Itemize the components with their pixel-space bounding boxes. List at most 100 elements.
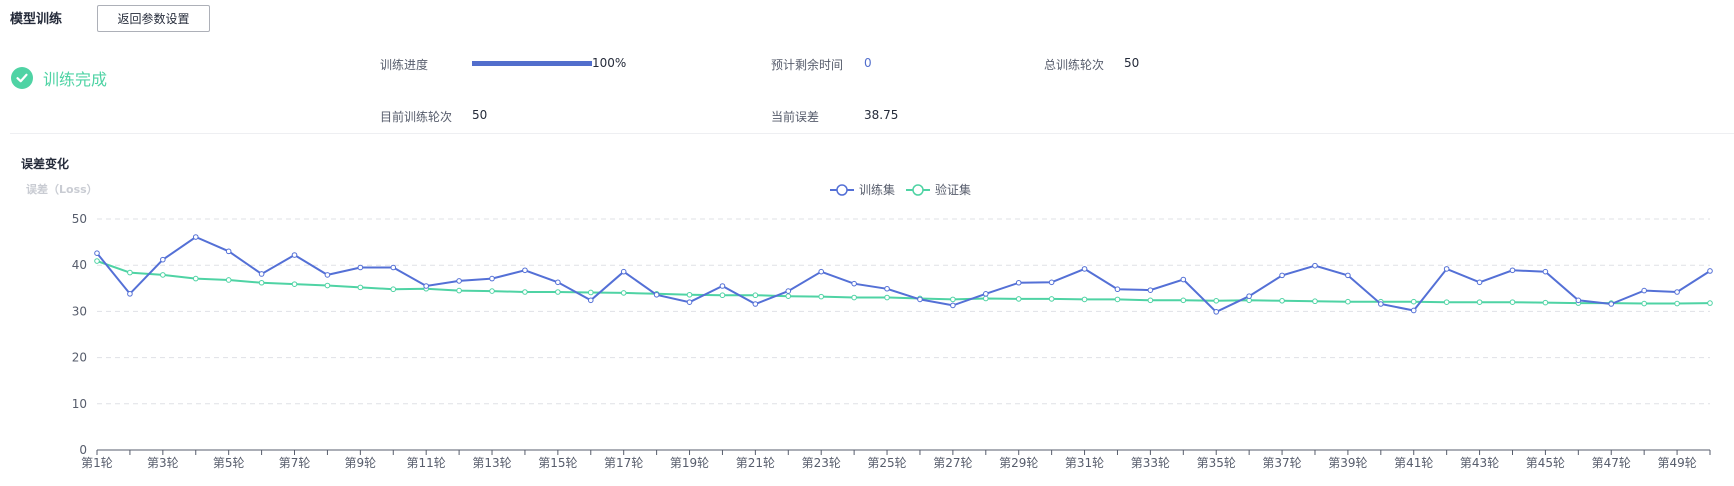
x-tick-label: 第39轮 <box>1328 456 1367 470</box>
data-point <box>1246 293 1252 299</box>
data-point <box>489 288 495 294</box>
data-point <box>324 282 331 289</box>
data-point <box>982 291 989 297</box>
data-point <box>456 287 462 294</box>
data-point <box>1509 299 1516 305</box>
data-point <box>1707 268 1713 274</box>
data-point <box>950 302 956 309</box>
data-point <box>719 283 726 289</box>
y-axis-title: 误差（Loss） <box>26 182 98 196</box>
x-tick-label: 第45轮 <box>1526 456 1565 470</box>
data-point <box>390 286 397 293</box>
data-point <box>1542 268 1549 275</box>
data-point <box>1048 279 1055 286</box>
y-tick-label: 30 <box>72 304 87 318</box>
data-point <box>719 292 726 299</box>
data-point <box>291 281 298 287</box>
series-line <box>96 235 1711 314</box>
data-point <box>357 264 364 271</box>
data-point <box>160 272 166 278</box>
data-point <box>127 269 133 276</box>
x-tick-label: 第15轮 <box>538 456 577 470</box>
data-point <box>1180 297 1187 304</box>
data-point <box>620 268 627 275</box>
data-point <box>1114 286 1121 293</box>
x-tick-label: 第35轮 <box>1197 456 1236 470</box>
data-point <box>324 272 331 278</box>
data-point <box>752 292 759 299</box>
data-point <box>1147 297 1154 304</box>
data-point <box>851 280 857 287</box>
data-point <box>390 264 397 271</box>
legend-marker <box>836 184 848 196</box>
x-tick-label: 第1轮 <box>81 456 113 470</box>
data-point <box>357 284 364 291</box>
data-point <box>1443 266 1450 272</box>
y-tick-label: 0 <box>79 443 87 457</box>
data-point <box>1345 272 1351 279</box>
data-point <box>1345 298 1351 305</box>
legend-label: 训练集 <box>859 182 895 197</box>
data-point <box>653 291 660 298</box>
y-tick-label: 40 <box>72 258 87 272</box>
data-point <box>1410 307 1417 314</box>
data-point <box>587 289 594 296</box>
y-tick-label: 50 <box>72 212 87 226</box>
data-point <box>1015 296 1022 302</box>
data-point <box>1378 301 1384 307</box>
x-tick-label: 第23轮 <box>802 456 841 470</box>
data-point <box>489 275 495 282</box>
data-point <box>1015 279 1022 286</box>
x-tick-label: 第25轮 <box>867 456 906 470</box>
data-point <box>258 271 265 277</box>
x-tick-label: 第11轮 <box>407 456 446 470</box>
data-point <box>686 299 693 305</box>
data-point <box>884 285 890 292</box>
x-tick-label: 第47轮 <box>1592 456 1631 470</box>
data-point <box>1608 301 1615 307</box>
data-point <box>982 295 989 302</box>
data-point <box>1081 266 1088 272</box>
data-point <box>785 293 792 299</box>
data-point <box>1312 262 1318 269</box>
data-point <box>1476 279 1483 286</box>
data-point <box>752 301 759 307</box>
data-point <box>225 248 232 255</box>
data-point <box>620 290 627 296</box>
x-tick-label: 第3轮 <box>147 456 179 470</box>
x-tick-label: 第7轮 <box>279 456 311 470</box>
data-point <box>192 275 199 282</box>
y-tick-label: 20 <box>72 351 87 365</box>
series-line <box>96 260 1711 305</box>
x-tick-label: 第33轮 <box>1131 456 1170 470</box>
data-point <box>225 277 232 283</box>
data-point <box>1147 287 1154 293</box>
data-point <box>1048 296 1055 302</box>
data-point <box>258 279 265 286</box>
y-tick-label: 10 <box>72 397 87 411</box>
data-point <box>1707 300 1713 306</box>
x-tick-label: 第37轮 <box>1262 456 1301 470</box>
data-point <box>1114 296 1121 303</box>
data-point <box>1674 289 1680 295</box>
data-point <box>127 291 133 297</box>
x-tick-label: 第17轮 <box>604 456 643 470</box>
data-point <box>94 250 100 256</box>
data-point <box>950 296 956 303</box>
loss-chart: 误差（Loss） 0 10 20 30 40 50 第1轮 第3轮 第5轮 第7轮 第9轮 第11轮 第1… <box>26 182 1713 470</box>
data-point <box>192 234 199 240</box>
data-point <box>1279 297 1285 304</box>
x-tick-label: 第19轮 <box>670 456 709 470</box>
x-tick-label: 第9轮 <box>345 456 377 470</box>
data-point <box>917 296 923 303</box>
data-point <box>555 289 561 295</box>
x-tick-label: 第5轮 <box>213 456 245 470</box>
data-point <box>1641 287 1647 294</box>
data-point <box>555 279 561 286</box>
x-tick-label: 第13轮 <box>472 456 511 470</box>
data-point <box>291 252 298 258</box>
data-point <box>884 294 890 301</box>
data-point <box>1476 299 1483 305</box>
data-point <box>686 291 693 298</box>
data-point <box>1180 276 1187 283</box>
